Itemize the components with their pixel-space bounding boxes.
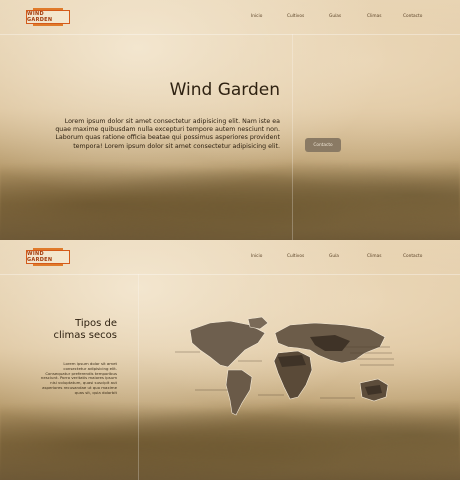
nav-link-guia[interactable]: Guía [329, 254, 339, 259]
greenland-shape [247, 316, 269, 330]
navbar: WIND GARDEN Inicio Cultivos Guía Climas … [0, 240, 460, 275]
divider-line [138, 274, 139, 480]
grass-blur [0, 150, 460, 240]
south-america-shape [225, 369, 253, 416]
nav-link-contacto[interactable]: Contacto [403, 14, 422, 19]
nav-link-guias[interactable]: Guías [329, 14, 341, 19]
navbar: WIND GARDEN Inicio Cultivos Guías Climas… [0, 0, 460, 35]
brand-logo[interactable]: WIND GARDEN [26, 8, 70, 26]
nav-link-contacto[interactable]: Contacto [403, 254, 422, 259]
nav-link-inicio[interactable]: Inicio [251, 14, 262, 19]
sahara-zone [278, 355, 306, 367]
hero-section: WIND GARDEN Inicio Cultivos Guías Climas… [0, 0, 460, 240]
divider-line [292, 34, 293, 240]
page-title: Wind Garden [169, 80, 280, 100]
hero-paragraph: Lorem ipsum dolor sit amet consectetur a… [55, 118, 280, 150]
climates-paragraph: Lorem ipsum dolor sit amet consectetur a… [40, 361, 117, 395]
climates-title-line1: Tipos de [75, 318, 117, 329]
climates-title: Tipos de climas secos [53, 318, 117, 342]
climates-title-line2: climas secos [53, 330, 117, 341]
nav-link-climas[interactable]: Climas [367, 254, 381, 259]
brand-logo[interactable]: WIND GARDEN [26, 248, 70, 266]
world-climate-map [175, 316, 394, 416]
nav-link-cultivos[interactable]: Cultivos [287, 254, 304, 259]
nav-link-climas[interactable]: Climas [367, 14, 381, 19]
nav-link-cultivos[interactable]: Cultivos [287, 14, 304, 19]
nav-link-inicio[interactable]: Inicio [251, 254, 262, 259]
contact-button[interactable]: Contacto [305, 138, 341, 152]
